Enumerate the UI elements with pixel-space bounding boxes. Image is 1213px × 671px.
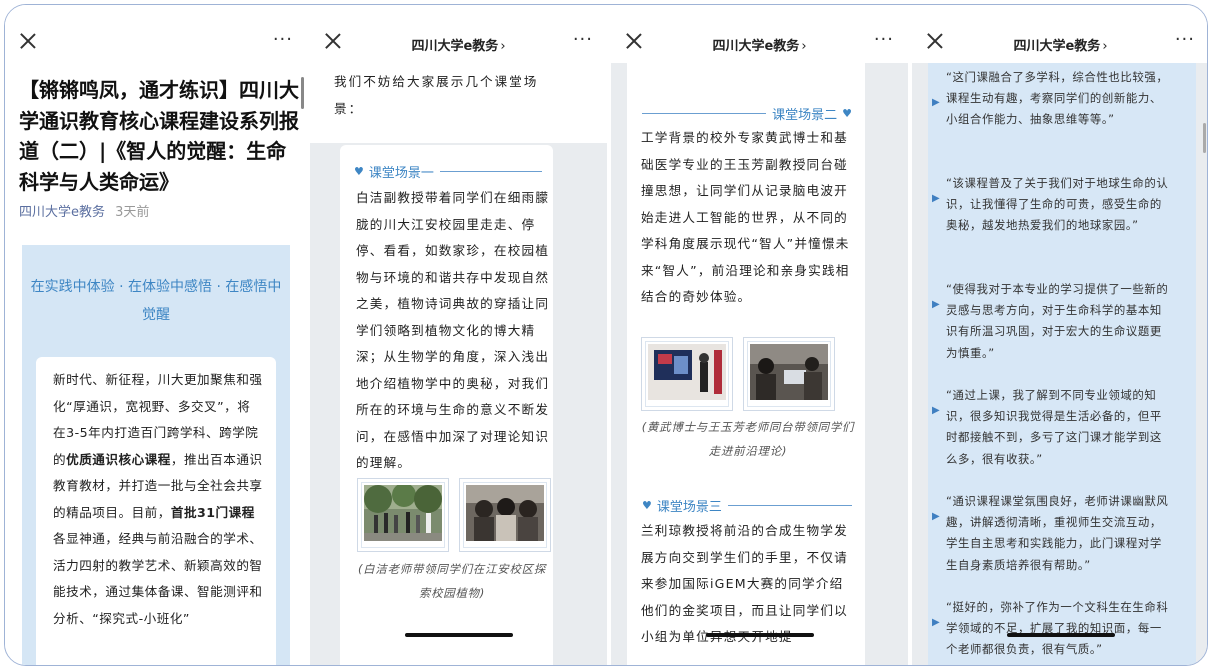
chevron-right-icon: › [500,39,506,54]
publish-time: 3天前 [115,205,150,220]
more-icon[interactable]: ··· [874,31,894,49]
scene-3-text: 兰利琼教授将前沿的合成生物学发展方向交到学生们的手里，不仅请来参加国际iGEM大… [641,523,848,644]
divider [727,504,852,506]
article-meta: 四川大学e教务 3天前 [19,201,149,220]
scene-1-text: 白洁副教授带着同学们在细雨朦胧的川大江安校园里走走、停停、看看，如数家珍，在校园… [356,190,550,470]
scene-1-photos [357,478,551,552]
heart-icon: ♥ [842,106,852,120]
scene-2-text: 工学背景的校外专家黄武博士和基础医学专业的王玉芳副教授同台碰撞思想，让同学们从记… [641,130,850,304]
home-indicator[interactable] [404,633,513,637]
lecture-photo[interactable] [648,344,726,400]
article-screen-1[interactable]: ··· 【锵锵鸣凤，通才练识】四川大学通识教育核心课程建设系列报道（二）|《智人… [5,5,307,665]
close-icon[interactable] [19,32,37,50]
article-title: 【锵锵鸣凤，通才练识】四川大学通识教育核心课程建设系列报道（二）|《智人的觉醒：… [19,78,299,194]
more-icon[interactable]: ··· [573,31,593,49]
home-indicator[interactable] [1006,633,1115,637]
student-quote: ▶ “使得我对于本专业的学习提供了一些新的灵感与思考方向，对于生命科学的基本知识… [932,279,1172,364]
more-icon[interactable]: ··· [1175,31,1195,49]
top-bar: 四川大学e教务 › ··· [310,5,607,63]
scene-3-title: 课堂场景三 [656,499,722,515]
students-photo[interactable] [466,485,544,541]
play-triangle-icon: ▶ [932,193,940,204]
scene-1-title: 课堂场景一 [368,165,434,181]
divider [642,112,767,114]
campus-plants-photo[interactable] [364,483,442,541]
account-title[interactable]: 四川大学e教务 › [611,35,908,54]
scroll-indicator[interactable] [1203,123,1206,153]
photo-frame [641,337,733,411]
article-screen-3[interactable]: 四川大学e教务 › ··· 课堂场景二 ♥ 工学背景的校外专家黄武博士和基础医学专… [611,5,908,665]
scene-content: 课堂场景二 ♥ 工学背景的校外专家黄武博士和基础医学专业的王玉芳副教授同台碰撞思… [627,63,865,665]
scene-1-heading: ♥ 课堂场景一 [354,161,542,181]
play-triangle-icon: ▶ [932,299,940,310]
account-title[interactable]: 四川大学e教务 › [912,35,1207,54]
chevron-right-icon: › [801,39,807,54]
photo-frame [357,478,449,552]
scene-2-title: 课堂场景二 [772,107,838,123]
intro-paragraph: 我们不妨给大家展示几个课堂场景： [334,74,539,116]
scene-1-card: ♥ 课堂场景一 白洁副教授带着同学们在细雨朦胧的川大江安校园里走走、停停、看看，… [340,145,553,665]
intro-card: 新时代、新征程，川大更加聚焦和强化“厚通识，宽视野、多交叉”，将在3-5年内打造… [36,357,276,665]
intro-text: 新时代、新征程，川大更加聚焦和强化“厚通识，宽视野、多交叉”，将在3-5年内打造… [53,372,263,626]
more-icon[interactable]: ··· [273,31,293,49]
divider [439,170,542,172]
home-indicator[interactable] [705,633,814,637]
student-quote: ▶ “这门课融合了多学科，综合性也比较强，课程生动有趣，考察同学们的创新能力、小… [932,67,1172,131]
scene-2-photos [641,337,835,411]
heart-icon: ♥ [642,498,652,512]
author-link[interactable]: 四川大学e教务 [19,205,105,220]
student-quote: ▶ “通过上课，我了解到不同专业领域的知识，很多知识我觉得是生活必备的，但平时都… [932,385,1172,470]
top-bar: 四川大学e教务 › ··· [912,5,1207,63]
device-frame: ··· 【锵锵鸣凤，通才练识】四川大学通识教育核心课程建设系列报道（二）|《智人… [4,4,1208,666]
play-triangle-icon: ▶ [932,97,940,108]
lab-photo[interactable] [750,344,828,400]
photo-frame [459,478,551,552]
scene-1-caption: (白洁老师带领同学们在江安校区探索校园植物) [357,562,547,600]
scene-2-caption: (黄武博士与王玉芳老师同台带领同学们走进前沿理论) [641,420,855,458]
play-triangle-icon: ▶ [932,511,940,522]
student-quote: ▶ “该课程普及了关于我们对于地球生命的认识，让我懂得了生命的可贵，感受生命的奥… [932,173,1172,237]
account-title[interactable]: 四川大学e教务 › [310,35,607,54]
top-bar: 四川大学e教务 › ··· [611,5,908,63]
student-quote: ▶ “通识课程课堂氛围良好，老师讲课幽默风趣，讲解透彻清晰，重视师生交流互动，学… [932,491,1172,576]
play-triangle-icon: ▶ [932,617,940,628]
intro-panel: 在实践中体验 · 在体验中感悟 · 在感悟中觉醒 新时代、新征程，川大更加聚焦和… [22,245,290,665]
top-bar: ··· [5,5,307,83]
article-screen-4[interactable]: 四川大学e教务 › ··· ▶ “这门课融合了多学科，综合性也比较强，课程生动有趣… [912,5,1207,665]
scene-2-heading: 课堂场景二 ♥ [642,103,852,123]
intro-block: 我们不妨给大家展示几个课堂场景： [310,63,607,143]
play-triangle-icon: ▶ [932,405,940,416]
chevron-right-icon: › [1102,39,1108,54]
heart-icon: ♥ [354,164,364,178]
article-screen-2[interactable]: 四川大学e教务 › ··· 我们不妨给大家展示几个课堂场景： ♥ 课堂场景一 白洁… [310,5,607,665]
slogan: 在实践中体验 · 在体验中感悟 · 在感悟中觉醒 [30,279,282,323]
scroll-indicator[interactable] [301,77,304,109]
photo-frame [743,337,835,411]
student-quote: ▶ “挺好的，弥补了作为一个文科生在生命科学领域的不足，扩展了我的知识面，每一个… [932,597,1172,661]
scene-3-heading: ♥ 课堂场景三 [642,495,852,515]
